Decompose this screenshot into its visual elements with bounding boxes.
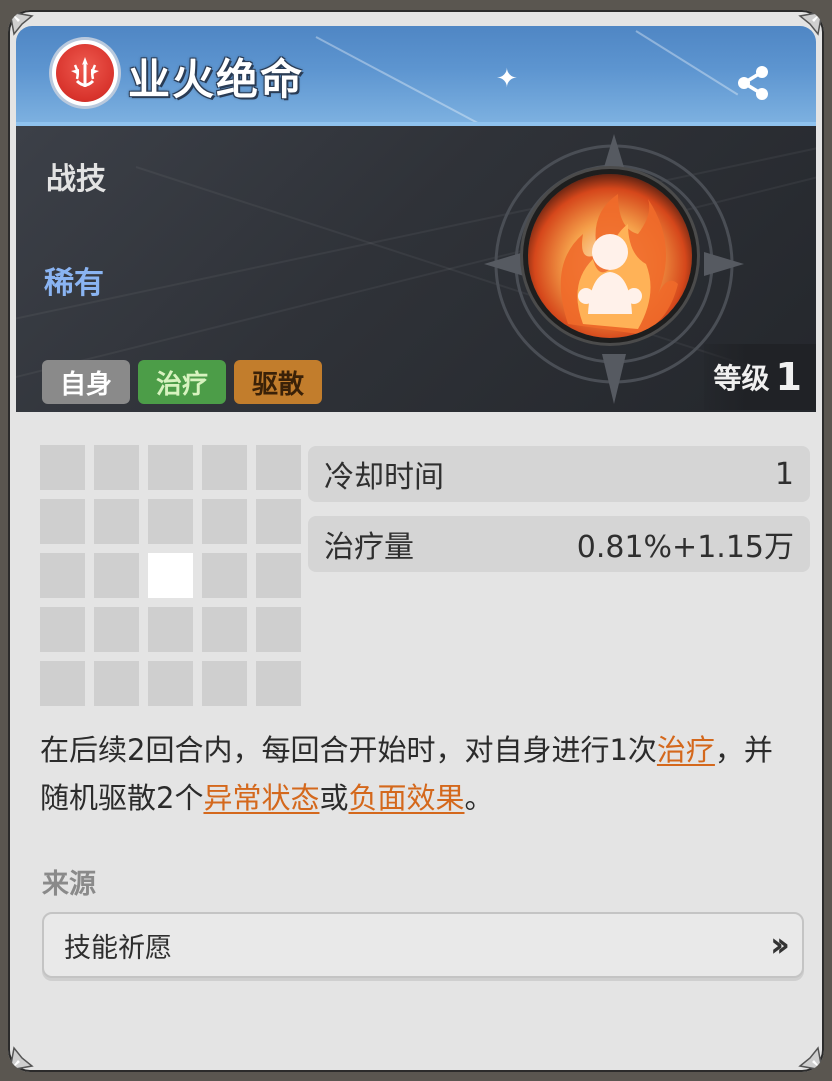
- range-cell: [94, 445, 139, 490]
- range-cell: [40, 607, 85, 652]
- range-cell: [40, 661, 85, 706]
- range-cell: [256, 499, 301, 544]
- skill-level: 等级 1: [704, 344, 816, 410]
- emblem-icon: [52, 40, 118, 106]
- sparkle-decoration: ✦: [496, 64, 518, 94]
- corner-ornament: [8, 1034, 46, 1072]
- range-cell: [94, 607, 139, 652]
- stat-cooldown: 冷却时间 1: [308, 446, 810, 502]
- range-cell: [256, 445, 301, 490]
- corner-ornament: [786, 10, 824, 48]
- range-cell: [148, 499, 193, 544]
- tag-dispel: 驱散: [234, 360, 323, 404]
- keyword-heal-link[interactable]: 治疗: [657, 733, 715, 767]
- range-cell: [148, 661, 193, 706]
- range-cell: [148, 445, 193, 490]
- skill-title: 业火绝命: [128, 55, 305, 104]
- skill-rarity: 稀有: [44, 266, 104, 301]
- stat-label: 冷却时间: [324, 460, 444, 495]
- skill-tags: 自身 治疗 驱散: [42, 360, 323, 404]
- source-label: 来源: [42, 869, 96, 900]
- desc-text: 。: [464, 781, 494, 815]
- source-button-label: 技能祈愿: [64, 932, 172, 964]
- stat-value: 0.81%+1.15万: [576, 530, 794, 565]
- stat-heal-amount: 治疗量 0.81%+1.15万: [308, 516, 810, 572]
- source-skill-wish-button[interactable]: 技能祈愿 ››: [42, 912, 804, 978]
- skill-card: ✦ 业火绝命 战技 稀有 自身 治疗 驱散 等级 1 冷却时间 1 治疗量 0.…: [8, 10, 824, 1072]
- range-cell: [148, 607, 193, 652]
- range-cell: [202, 445, 247, 490]
- range-cell: [40, 553, 85, 598]
- range-cell-active: [148, 553, 193, 598]
- range-grid: [40, 445, 302, 707]
- range-cell: [40, 499, 85, 544]
- level-label: 等级: [713, 362, 770, 395]
- skill-type: 战技: [46, 162, 106, 197]
- range-cell: [94, 499, 139, 544]
- level-value: 1: [775, 355, 802, 399]
- tag-heal: 治疗: [138, 360, 227, 404]
- keyword-abnormal-status-link[interactable]: 异常状态: [203, 781, 319, 815]
- card-header: ✦ 业火绝命: [16, 26, 816, 122]
- range-cell: [202, 661, 247, 706]
- stat-value: 1: [774, 456, 794, 492]
- range-cell: [202, 553, 247, 598]
- corner-ornament: [786, 1034, 824, 1072]
- keyword-negative-effect-link[interactable]: 负面效果: [348, 781, 464, 815]
- skill-fire-icon: [528, 174, 692, 338]
- skill-banner: 战技 稀有 自身 治疗 驱散 等级 1: [16, 126, 816, 412]
- stat-label: 治疗量: [324, 530, 414, 565]
- double-chevron-right-icon: ››: [769, 925, 790, 965]
- desc-text: 或: [319, 781, 349, 815]
- range-cell: [256, 553, 301, 598]
- tag-self: 自身: [42, 360, 131, 404]
- skill-description: 在后续2回合内，每回合开始时，对自身进行1次治疗，并随机驱散2个异常状态或负面效…: [40, 726, 800, 822]
- range-cell: [94, 661, 139, 706]
- desc-text: 在后续2回合内，每回合开始时，对自身进行1次: [40, 733, 657, 767]
- share-icon[interactable]: [734, 64, 772, 102]
- range-cell: [202, 499, 247, 544]
- range-cell: [40, 445, 85, 490]
- range-cell: [256, 661, 301, 706]
- range-cell: [202, 607, 247, 652]
- range-cell: [94, 553, 139, 598]
- corner-ornament: [8, 10, 46, 48]
- range-cell: [256, 607, 301, 652]
